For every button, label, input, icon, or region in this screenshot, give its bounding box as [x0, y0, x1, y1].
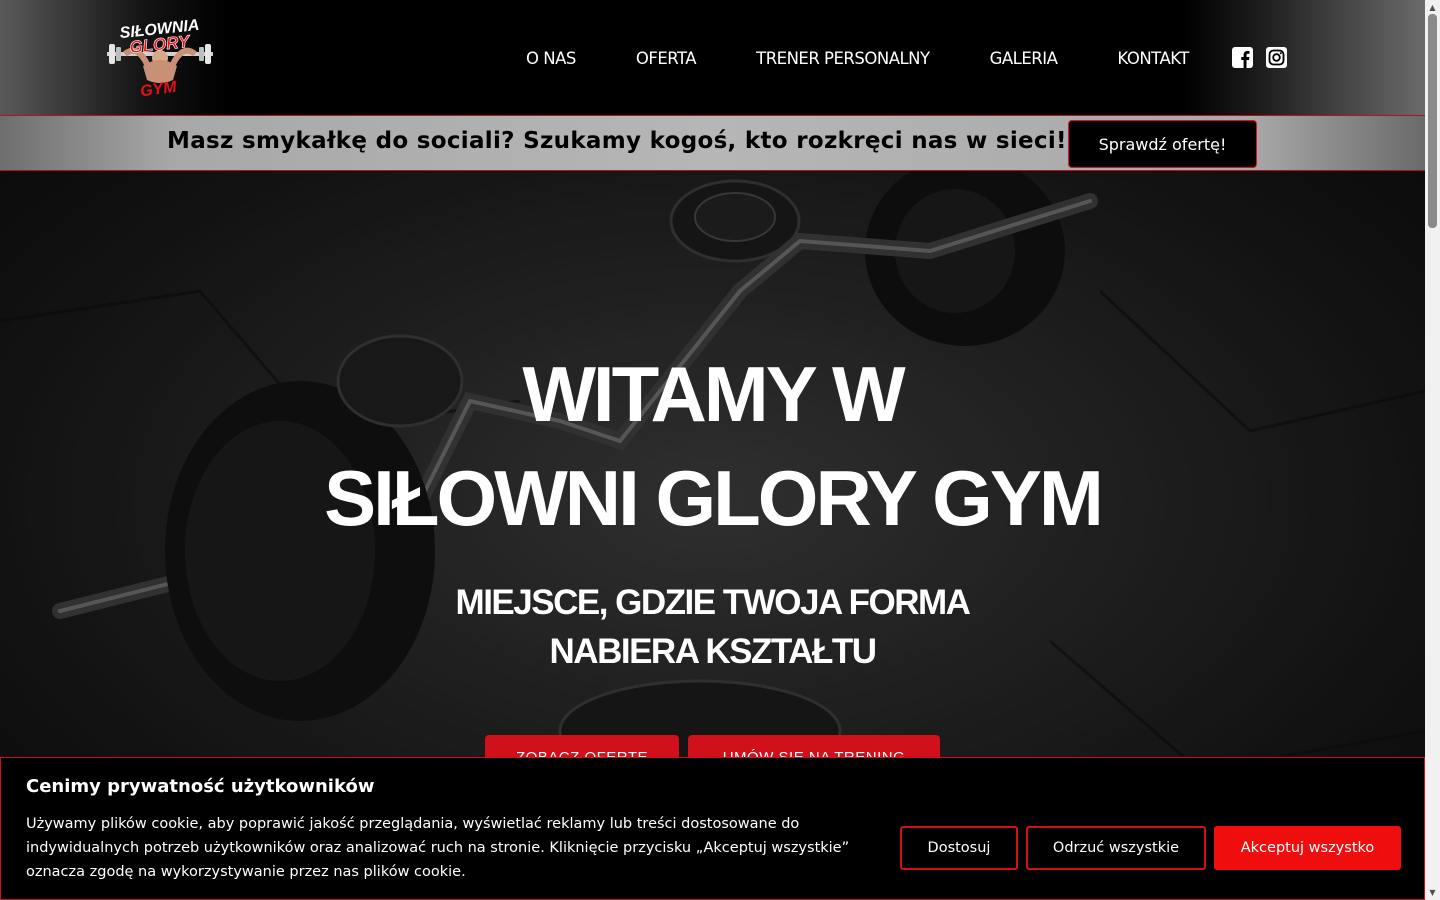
nav-item-o-nas[interactable]: O NAS — [526, 49, 576, 68]
cookie-description: Używamy plików cookie, aby poprawić jako… — [26, 816, 850, 880]
cookie-title: Cenimy prywatność użytkowników — [26, 776, 375, 797]
cookie-consent-banner: Cenimy prywatność użytkowników Używamy p… — [0, 757, 1425, 900]
nav-item-trener-personalny[interactable]: TRENER PERSONALNY — [756, 49, 930, 68]
scroll-down-arrow-icon[interactable]: ▼ — [1428, 888, 1437, 897]
nav-item-galeria[interactable]: GALERIA — [990, 49, 1058, 68]
instagram-icon[interactable] — [1266, 47, 1287, 68]
announcement-text: Masz smykałkę do sociali? Szukamy kogoś,… — [167, 128, 1067, 154]
scrollbar-thumb[interactable] — [1428, 14, 1437, 228]
announcement-bar: Masz smykałkę do sociali? Szukamy kogoś,… — [0, 115, 1425, 171]
nav-item-oferta[interactable]: OFERTA — [636, 49, 697, 68]
hero-subtitle-line-2: NABIERA KSZTAŁTU — [549, 632, 877, 671]
customize-cookies-button[interactable]: Dostosuj — [900, 826, 1018, 870]
hero-title-line-2: SIŁOWNI GLORY GYM — [324, 454, 1104, 542]
hero-subtitle-line-1: MIEJSCE, GDZIE TWOJA FORMA — [455, 583, 971, 622]
hero-title-line-1: WITAMY W — [522, 350, 905, 438]
nav-item-kontakt[interactable]: KONTAKT — [1117, 49, 1189, 68]
gym-logo[interactable]: SIŁOWNIA GLORY GYM — [103, 14, 217, 100]
main-nav: O NAS OFERTA TRENER PERSONALNY GALERIA K… — [526, 46, 1249, 70]
hero-subtitle: MIEJSCE, GDZIE TWOJA FORMA NABIERA KSZTA… — [0, 578, 1425, 676]
scroll-up-arrow-icon[interactable]: ▲ — [1428, 3, 1437, 12]
site-header: SIŁOWNIA GLORY GYM O NAS OFERTA TRENER P… — [0, 0, 1425, 115]
hero-title: WITAMY W SIŁOWNI GLORY GYM — [0, 342, 1425, 550]
accept-all-cookies-button[interactable]: Akceptuj wszystko — [1214, 826, 1401, 870]
page-scrollbar[interactable]: ▲ ▼ — [1425, 0, 1440, 900]
check-offer-button[interactable]: Sprawdź ofertę! — [1068, 120, 1257, 168]
svg-text:GYM: GYM — [139, 78, 178, 100]
reject-all-cookies-button[interactable]: Odrzuć wszystkie — [1026, 826, 1206, 870]
facebook-icon[interactable] — [1232, 47, 1253, 68]
